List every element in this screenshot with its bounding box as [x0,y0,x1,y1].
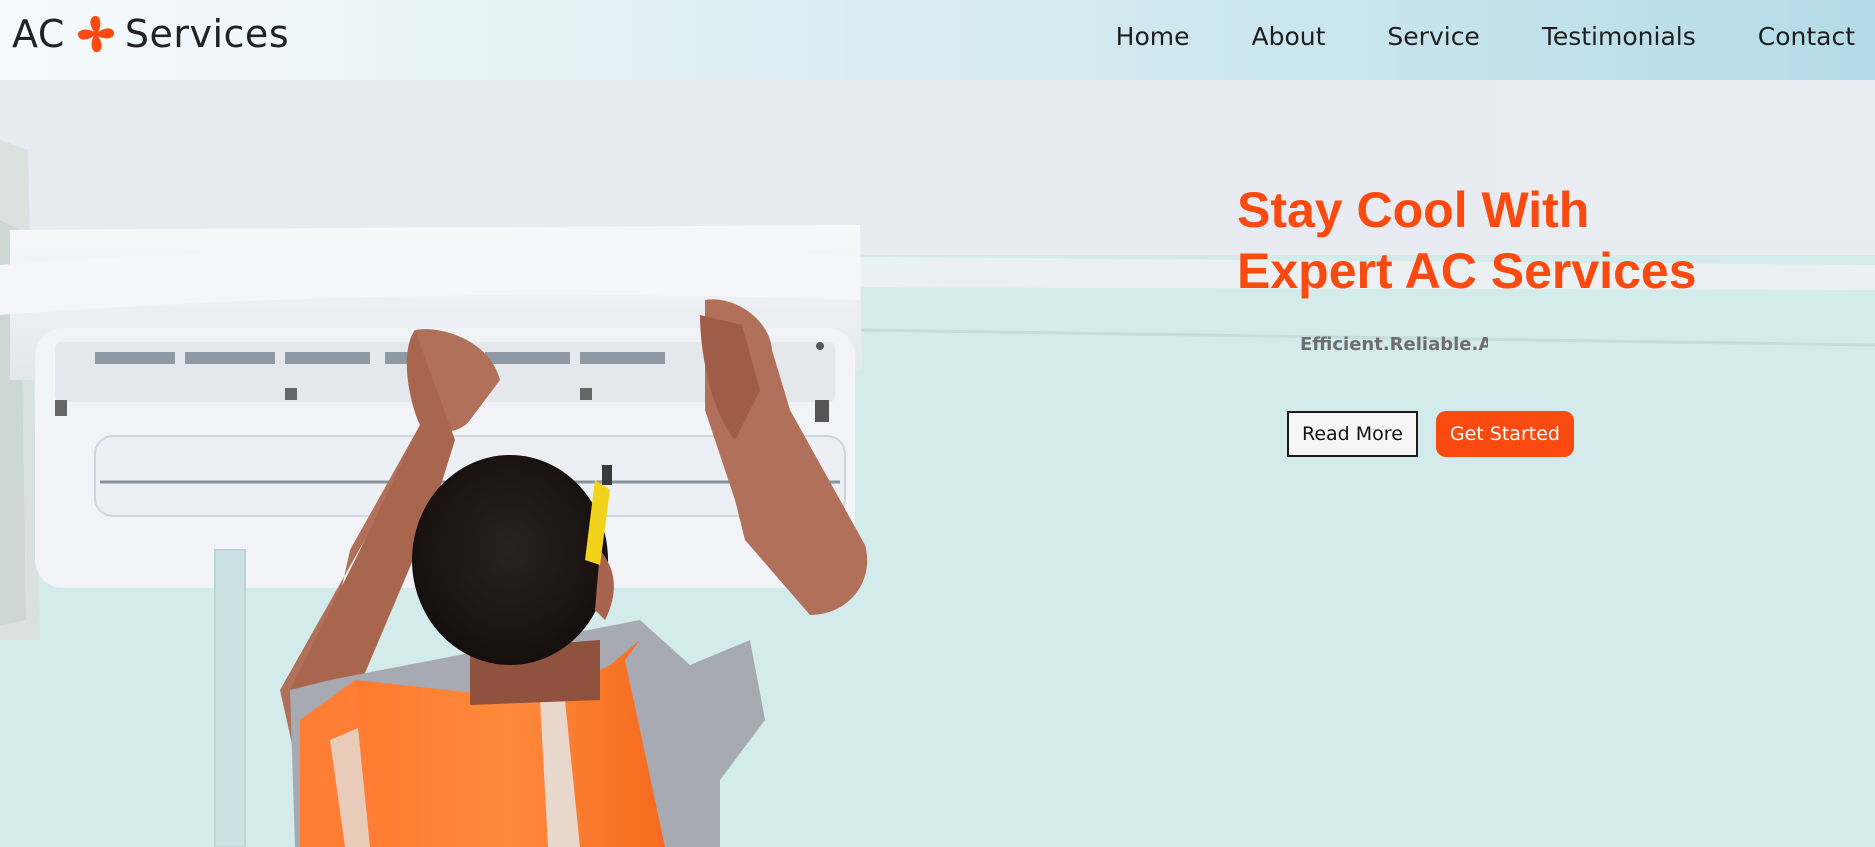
brand-logo[interactable]: AC Services [12,13,289,55]
brand-prefix: AC [12,12,65,56]
hero-section: Stay Cool With Expert AC Services Effici… [0,80,1875,847]
navbar: AC Services Home About Service Testimoni… [0,0,1875,80]
brand-suffix: Services [124,12,290,56]
read-more-button[interactable]: Read More [1287,411,1418,457]
hero-headline: Stay Cool With Expert AC Services [1237,180,1857,302]
hero-actions: Read More Get Started [1287,411,1857,457]
hero-headline-line-1: Stay Cool With [1237,182,1590,238]
fan-icon [75,13,117,55]
hero-tagline: Efficient.Reliable.Affc [1300,334,1488,355]
nav-link-contact[interactable]: Contact [1758,22,1855,51]
main-nav: Home About Service Testimonials Contact [1116,22,1855,51]
nav-link-service[interactable]: Service [1387,22,1479,51]
nav-link-home[interactable]: Home [1116,22,1190,51]
hero-content: Stay Cool With Expert AC Services Effici… [1237,180,1857,457]
nav-link-testimonials[interactable]: Testimonials [1542,22,1696,51]
hero-headline-line-2: Expert AC Services [1237,243,1697,299]
get-started-button[interactable]: Get Started [1435,411,1574,457]
nav-link-about[interactable]: About [1252,22,1326,51]
